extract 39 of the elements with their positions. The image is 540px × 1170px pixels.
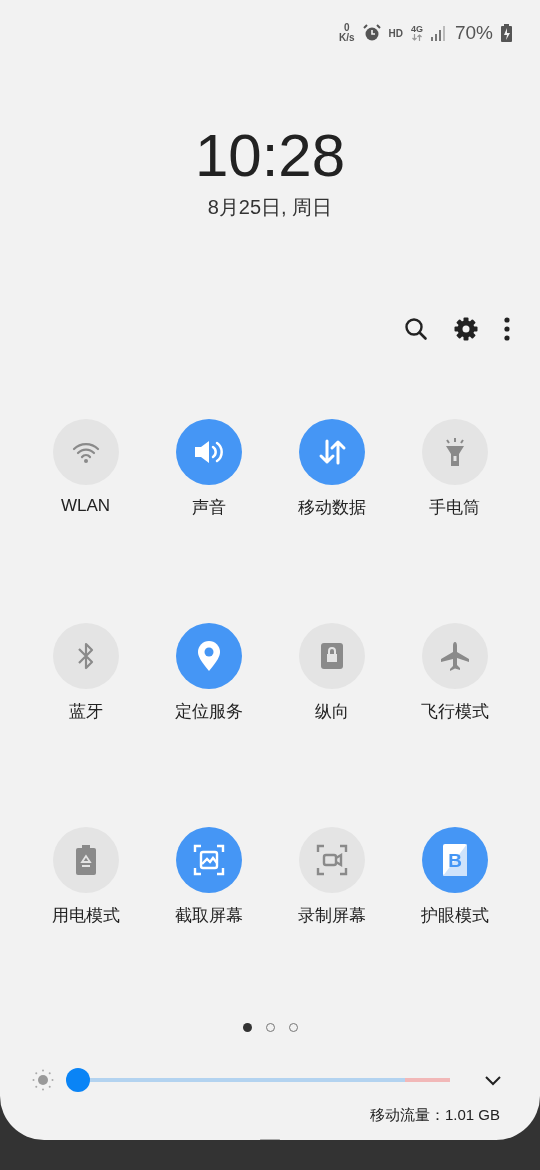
toggle-label: 手电筒 [429,497,480,519]
toggle-label: 移动数据 [297,497,366,519]
toggle-label: 用电模式 [51,905,120,927]
screen-record-icon [315,844,348,876]
screenshot-icon [192,844,225,876]
chevron-down-icon[interactable] [484,1074,502,1086]
wifi-icon [70,440,101,464]
toggle-label: 声音 [191,497,226,519]
toggle-label: 护眼模式 [420,905,489,927]
battery-percent: 70% [454,22,493,44]
toggle-label: 蓝牙 [68,701,103,723]
battery-charging-icon [501,24,512,42]
network-type: 4G [410,25,423,41]
drag-handle[interactable] [260,1139,280,1140]
lock-icon [319,642,344,670]
data-arrows-icon [411,34,422,41]
more-options-icon[interactable] [504,317,510,341]
toggle-label: 定位服务 [174,701,243,723]
toggle-label: 飞行模式 [420,701,489,723]
bluetooth-icon [75,640,96,672]
location-pin-icon [195,640,222,672]
search-icon[interactable] [404,317,428,341]
slider-thumb[interactable] [66,1068,90,1092]
network-speed: 0 K/s [338,23,355,43]
toggle-label: 纵向 [314,701,349,723]
data-usage-text: 移动流量：1.01 GB [369,1106,500,1125]
hd-indicator: HD [388,27,403,39]
brightness-icon [32,1069,54,1091]
signal-icon [430,25,447,41]
clock-time: 10:28 [194,124,346,188]
alarm-icon [362,24,381,42]
toggle-button[interactable]: B [421,827,488,893]
clock-date: 8月25日, 周日 [207,195,333,220]
toggle-label: 录制屏幕 [297,905,366,927]
toggle-label: 截取屏幕 [174,905,243,927]
settings-icon[interactable] [454,317,478,341]
toggle-label: WLAN [60,496,111,516]
eye-comfort-icon: B [441,843,468,877]
airplane-icon [438,640,471,672]
